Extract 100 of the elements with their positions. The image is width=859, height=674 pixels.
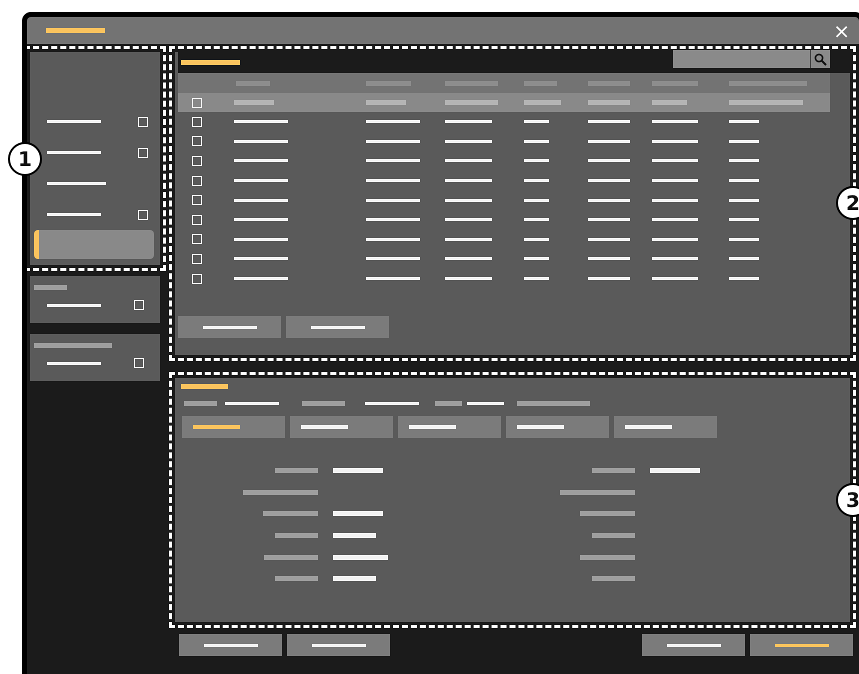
- checkbox[interactable]: [138, 210, 148, 220]
- placeholder-line: [445, 159, 492, 162]
- footer-button[interactable]: [179, 634, 282, 656]
- placeholder-line: [310, 326, 364, 328]
- placeholder-line: [204, 644, 258, 646]
- placeholder-line: [524, 140, 549, 143]
- action-button[interactable]: [178, 316, 281, 338]
- placeholder-line: [729, 159, 759, 162]
- placeholder-line: [588, 159, 630, 162]
- placeholder-line: [588, 140, 630, 143]
- placeholder-line: [729, 120, 759, 124]
- placeholder-line: [445, 257, 492, 260]
- placeholder-line: [652, 277, 698, 280]
- placeholder-line: [312, 644, 366, 646]
- placeholder-line: [234, 257, 288, 260]
- placeholder-line: [652, 257, 698, 260]
- callout-number: 1: [8, 142, 42, 176]
- checkbox[interactable]: [192, 274, 202, 284]
- checkbox[interactable]: [134, 358, 144, 368]
- placeholder-line: [366, 198, 420, 202]
- placeholder-line: [47, 362, 101, 364]
- placeholder-line: [445, 140, 492, 143]
- placeholder-line: [588, 218, 630, 222]
- footer-button[interactable]: [642, 634, 745, 656]
- checkbox[interactable]: [192, 136, 202, 146]
- placeholder-line: [234, 238, 288, 241]
- footer-button[interactable]: [287, 634, 390, 656]
- placeholder-line: [366, 140, 420, 143]
- checkbox[interactable]: [192, 254, 202, 264]
- tab[interactable]: [290, 416, 393, 438]
- placeholder-line: [445, 179, 492, 182]
- placeholder-line: [445, 277, 492, 280]
- placeholder-line: [366, 179, 420, 182]
- checkbox[interactable]: [192, 98, 202, 108]
- placeholder-line: [729, 277, 759, 280]
- search-icon[interactable]: [810, 50, 830, 68]
- placeholder-line: [652, 159, 698, 162]
- placeholder-line: [445, 120, 492, 124]
- placeholder-line: [366, 277, 420, 280]
- placeholder-line: [366, 257, 420, 260]
- placeholder-line: [524, 198, 549, 202]
- placeholder-line: [234, 218, 288, 222]
- placeholder-line: [445, 238, 492, 241]
- checkbox[interactable]: [192, 176, 202, 186]
- placeholder-line: [47, 120, 101, 123]
- checkbox[interactable]: [192, 156, 202, 166]
- placeholder-line: [524, 179, 549, 182]
- placeholder-line: [729, 257, 759, 260]
- placeholder-line: [47, 304, 101, 306]
- placeholder-line: [729, 198, 759, 202]
- placeholder-line: [588, 238, 630, 241]
- placeholder-line: [47, 151, 101, 154]
- placeholder-line: [445, 198, 492, 202]
- tab[interactable]: [398, 416, 501, 438]
- placeholder-line: [47, 213, 101, 216]
- placeholder-line: [588, 257, 630, 260]
- placeholder-line: [729, 140, 759, 143]
- placeholder-line: [47, 182, 106, 185]
- checkbox[interactable]: [138, 148, 148, 158]
- checkbox[interactable]: [192, 234, 202, 244]
- placeholder-line: [445, 218, 492, 222]
- placeholder-line: [729, 218, 759, 222]
- tab[interactable]: [182, 416, 285, 438]
- placeholder-line: [365, 402, 419, 405]
- placeholder-line: [467, 402, 504, 405]
- placeholder-line: [588, 120, 630, 124]
- placeholder-line: [524, 277, 549, 280]
- placeholder-line: [652, 238, 698, 241]
- checkbox[interactable]: [134, 300, 144, 310]
- action-button[interactable]: [286, 316, 389, 338]
- placeholder-line: [366, 120, 420, 124]
- placeholder-line: [652, 179, 698, 182]
- tab[interactable]: [506, 416, 609, 438]
- close-button[interactable]: ×: [833, 20, 850, 40]
- placeholder-line: [366, 218, 420, 222]
- placeholder-line: [524, 218, 549, 222]
- placeholder-line: [774, 644, 828, 646]
- placeholder-line: [524, 159, 549, 162]
- placeholder-line: [652, 140, 698, 143]
- placeholder-line: [729, 238, 759, 241]
- placeholder-line: [524, 238, 549, 241]
- placeholder-line: [588, 198, 630, 202]
- footer-button[interactable]: [750, 634, 853, 656]
- placeholder-line: [652, 198, 698, 202]
- placeholder-line: [234, 179, 288, 182]
- placeholder-line: [234, 140, 288, 143]
- search-field[interactable]: [673, 50, 810, 68]
- placeholder-line: [666, 644, 720, 646]
- tab[interactable]: [614, 416, 717, 438]
- placeholder-line: [588, 277, 630, 280]
- placeholder-line: [234, 198, 288, 202]
- placeholder-line: [652, 218, 698, 222]
- placeholder-line: [652, 120, 698, 124]
- checkbox[interactable]: [192, 116, 202, 127]
- placeholder-line: [234, 120, 288, 124]
- checkbox[interactable]: [192, 195, 202, 206]
- placeholder-line: [234, 277, 288, 280]
- checkbox[interactable]: [192, 214, 202, 225]
- placeholder-line: [524, 257, 549, 260]
- checkbox[interactable]: [138, 116, 148, 126]
